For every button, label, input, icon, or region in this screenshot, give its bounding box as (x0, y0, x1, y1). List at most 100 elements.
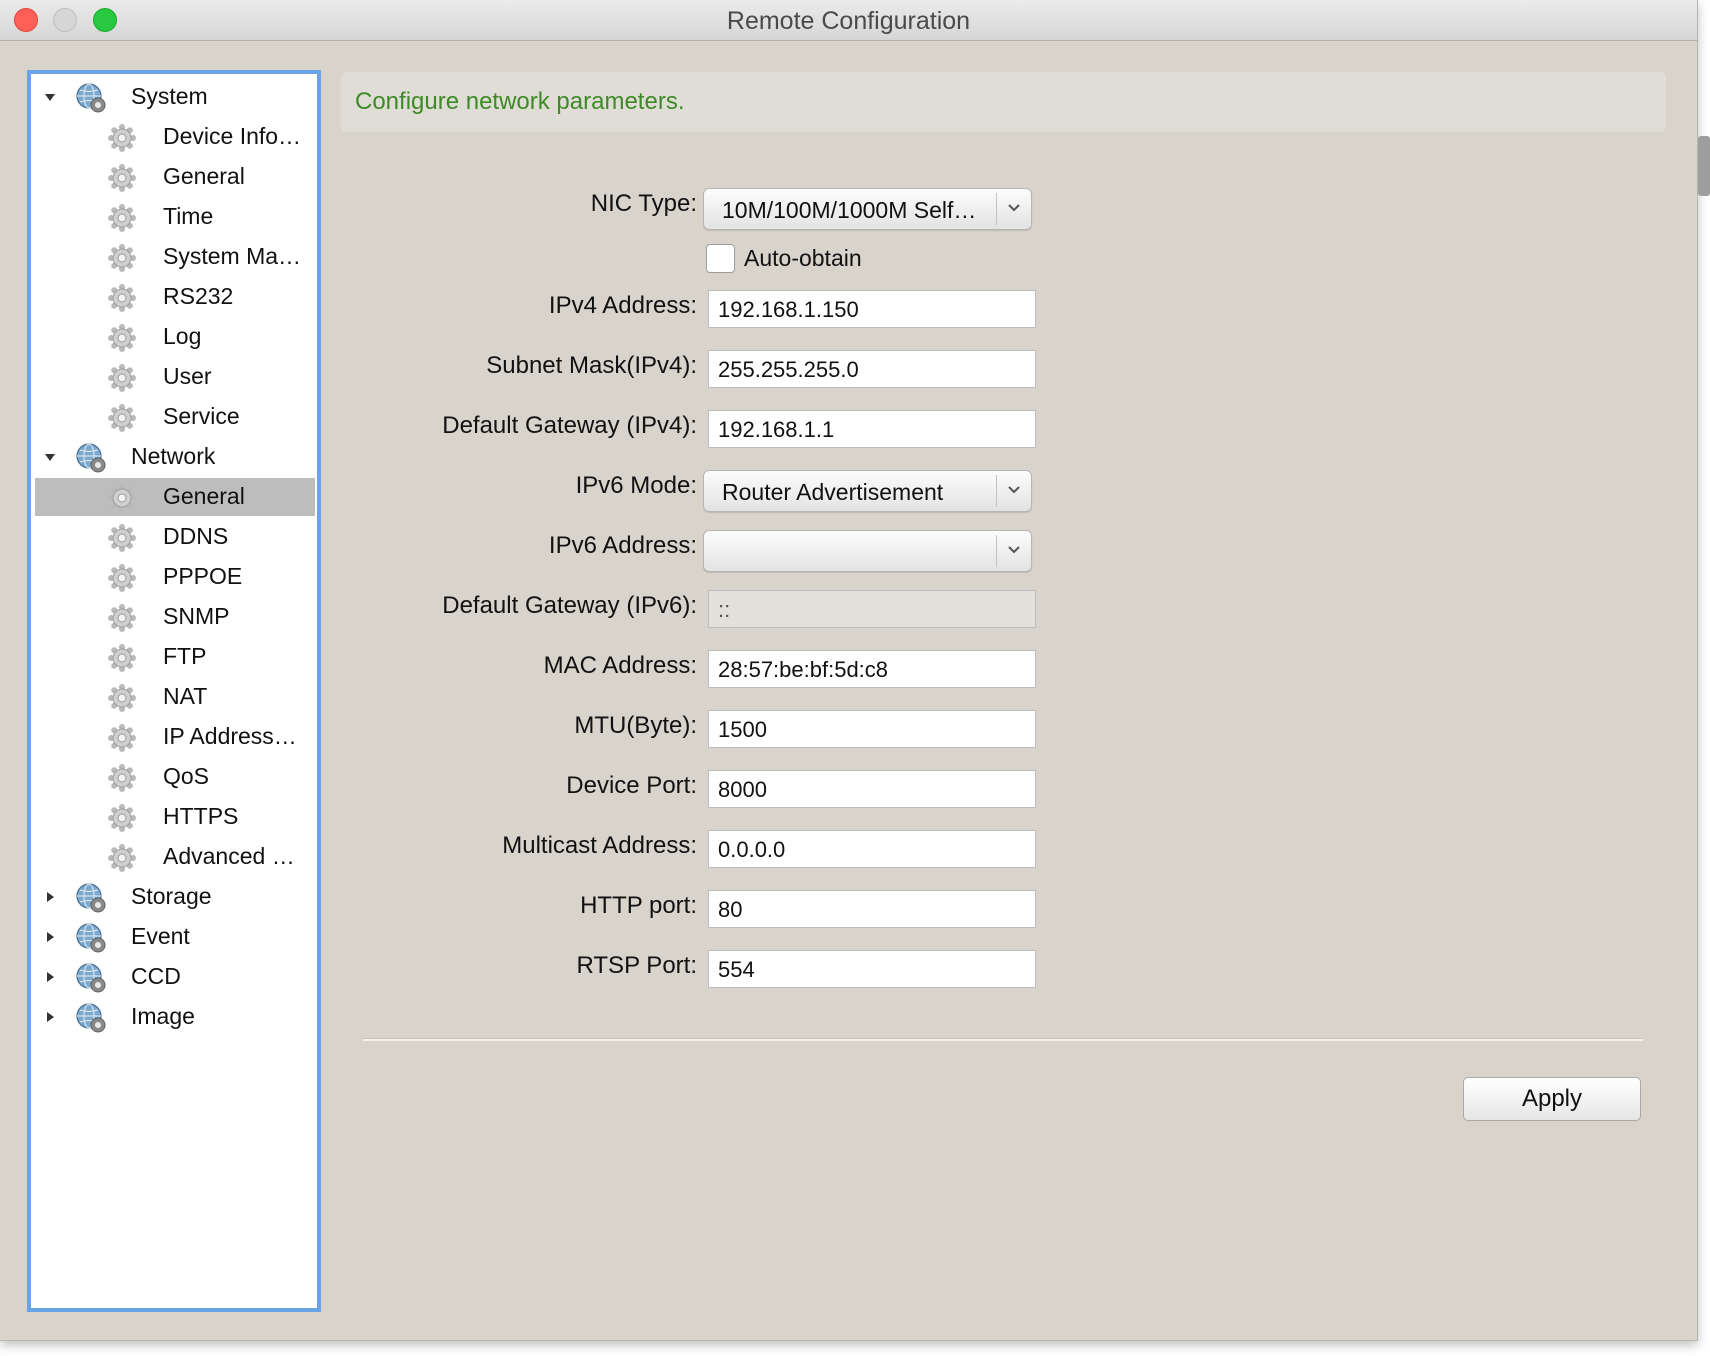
tree-item-label: IP Address… (163, 723, 297, 749)
tree-item-rs232[interactable]: RS232 (31, 278, 317, 316)
tree-item-label: Time (163, 203, 214, 229)
tree-item-ccd[interactable]: CCD (31, 958, 317, 996)
ipv6-address-select[interactable] (703, 530, 1032, 572)
tree-item-ip-address[interactable]: IP Address… (31, 718, 317, 756)
tree-item-label: Storage (131, 883, 212, 909)
select-divider (996, 193, 997, 225)
globe-gear-icon (76, 883, 106, 913)
tree-item-nat[interactable]: NAT (31, 678, 317, 716)
tree-item-ddns[interactable]: DDNS (31, 518, 317, 556)
scrollbar-thumb[interactable] (1698, 136, 1710, 196)
ipv6-mode-select[interactable]: Router Advertisement (703, 470, 1032, 512)
window-title: Remote Configuration (726, 7, 971, 35)
tree-item-label: Network (131, 443, 216, 469)
gear-icon (108, 164, 136, 192)
gear-icon (108, 724, 136, 752)
tree-item-label: FTP (163, 643, 207, 669)
mac-address-input[interactable]: 28:57:be:bf:5d:c8 (708, 650, 1036, 688)
globe-gear-icon (76, 923, 106, 953)
info-banner: Configure network parameters. (341, 72, 1666, 132)
gear-icon (108, 684, 136, 712)
ipv6-mode-label: IPv6 Mode: (575, 472, 697, 499)
tree-item-label: RS232 (163, 283, 234, 309)
gear-icon (108, 804, 136, 832)
tree-item-pppoe[interactable]: PPPOE (31, 558, 317, 596)
tree-item-label: System Ma… (163, 243, 302, 269)
device-port-label: Device Port: (566, 772, 697, 799)
settings-tree[interactable]: System Device Info… General Time System Ma… R… (27, 70, 321, 1312)
select-divider (996, 535, 997, 567)
tree-item-user[interactable]: User (31, 358, 317, 396)
rtsp-port-input[interactable]: 554 (708, 950, 1036, 988)
tree-item-device-info[interactable]: Device Info… (31, 118, 317, 156)
tree-item-system[interactable]: System (31, 78, 317, 116)
gear-icon (108, 204, 136, 232)
rtsp-port-label: RTSP Port: (576, 952, 698, 979)
globe-gear-icon (76, 443, 106, 473)
subnet-mask-input[interactable]: 255.255.255.0 (708, 350, 1036, 388)
tree-item-advanced[interactable]: Advanced … (31, 838, 317, 876)
tree-item-general[interactable]: General (35, 478, 315, 516)
tree-item-snmp[interactable]: SNMP (31, 598, 317, 636)
tree-item-label: General (163, 163, 245, 189)
disclosure-right-icon[interactable] (47, 1012, 54, 1022)
mac-address-label: MAC Address: (543, 652, 697, 679)
disclosure-right-icon[interactable] (47, 932, 54, 942)
globe-gear-icon (76, 83, 106, 113)
tree-item-label: General (163, 483, 245, 509)
ipv6-address-label: IPv6 Address: (548, 532, 697, 559)
tree-item-storage[interactable]: Storage (31, 878, 317, 916)
auto-obtain-checkbox[interactable] (706, 244, 735, 273)
disclosure-right-icon[interactable] (47, 972, 54, 982)
tree-item-label: PPPOE (163, 563, 243, 589)
tree-item-system-ma[interactable]: System Ma… (31, 238, 317, 276)
disclosure-down-icon[interactable] (45, 94, 55, 101)
globe-gear-icon (76, 963, 106, 993)
tree-item-https[interactable]: HTTPS (31, 798, 317, 836)
nic-type-select[interactable]: 10M/100M/1000M Self… (703, 188, 1032, 230)
apply-button[interactable]: Apply (1463, 1077, 1641, 1121)
http-port-input[interactable]: 80 (708, 890, 1036, 928)
default-gateway-ipv4-input[interactable]: 192.168.1.1 (708, 410, 1036, 448)
multicast-address-label: Multicast Address: (502, 832, 697, 859)
tree-item-label: QoS (163, 763, 210, 789)
multicast-address-input[interactable]: 0.0.0.0 (708, 830, 1036, 868)
gear-icon (108, 364, 136, 392)
default-gateway-ipv4-label: Default Gateway (IPv4): (442, 412, 697, 439)
auto-obtain-label: Auto-obtain (744, 245, 862, 271)
disclosure-right-icon[interactable] (47, 892, 54, 902)
tree-item-ftp[interactable]: FTP (31, 638, 317, 676)
tree-item-general[interactable]: General (31, 158, 317, 196)
tree-item-label: Event (131, 923, 190, 949)
tree-item-label: NAT (163, 683, 208, 709)
tree-item-label: System (131, 83, 208, 109)
tree-item-time[interactable]: Time (31, 198, 317, 236)
gear-icon (108, 404, 136, 432)
select-divider (996, 475, 997, 507)
tree-item-image[interactable]: Image (31, 998, 317, 1036)
gear-icon (108, 844, 136, 872)
http-port-label: HTTP port: (580, 892, 697, 919)
tree-item-network[interactable]: Network (31, 438, 317, 476)
tree-item-qos[interactable]: QoS (31, 758, 317, 796)
tree-item-label: User (163, 363, 212, 389)
chevron-down-icon (1008, 486, 1020, 494)
mtu-input[interactable]: 1500 (708, 710, 1036, 748)
nic-type-value: 10M/100M/1000M Self… (722, 197, 977, 223)
mtu-label: MTU(Byte): (574, 712, 697, 739)
device-port-input[interactable]: 8000 (708, 770, 1036, 808)
tree-item-event[interactable]: Event (31, 918, 317, 956)
tree-item-log[interactable]: Log (31, 318, 317, 356)
title-bar[interactable]: Remote Configuration (0, 0, 1697, 41)
chevron-down-icon (1008, 204, 1020, 212)
gear-icon (108, 764, 136, 792)
gear-icon (108, 564, 136, 592)
ipv4-address-input[interactable]: 192.168.1.150 (708, 290, 1036, 328)
tree-item-label: Device Info… (163, 123, 302, 149)
tree-item-service[interactable]: Service (31, 398, 317, 436)
tree-item-label: Service (163, 403, 240, 429)
gear-icon (108, 604, 136, 632)
disclosure-down-icon[interactable] (45, 454, 55, 461)
remote-configuration-window: Remote Configuration System Device Info… G… (0, 0, 1698, 1341)
gear-icon (108, 484, 136, 512)
